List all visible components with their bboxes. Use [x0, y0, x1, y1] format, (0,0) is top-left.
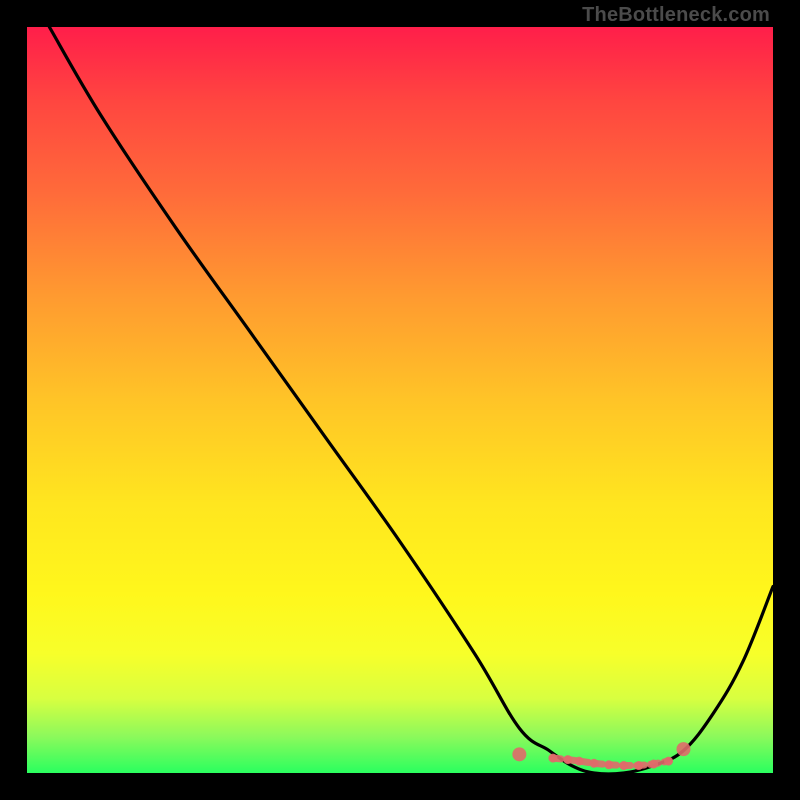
chart-frame: TheBottleneck.com [0, 0, 800, 800]
marker-point [589, 759, 598, 768]
marker-point [664, 757, 673, 766]
marker-point [676, 742, 690, 756]
plot-area [27, 27, 773, 773]
marker-point [575, 757, 584, 766]
marker-point [634, 761, 643, 770]
marker-point [512, 747, 526, 761]
marker-point [619, 761, 628, 770]
curve-layer [27, 27, 773, 773]
marker-point [548, 754, 557, 763]
marker-point [604, 760, 613, 769]
attribution-text: TheBottleneck.com [582, 4, 770, 27]
marker-point [563, 755, 572, 764]
bottleneck-curve [49, 27, 773, 773]
marker-point [649, 760, 658, 769]
